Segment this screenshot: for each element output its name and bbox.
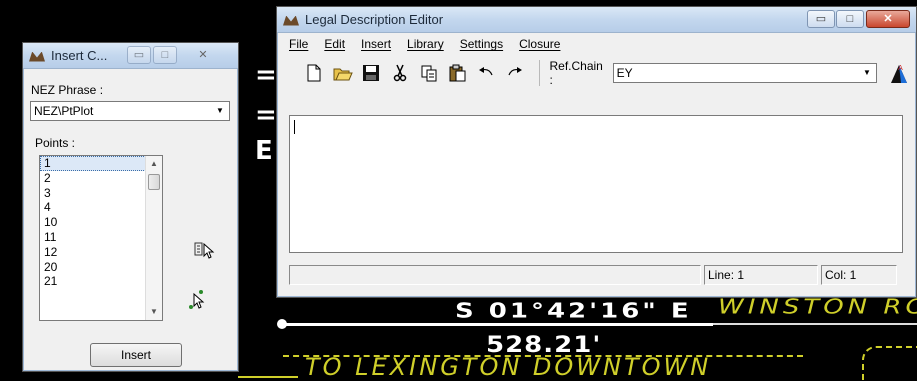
ref-chain-select[interactable]: EY ▼ <box>612 63 877 83</box>
maximize-button[interactable]: □ <box>153 46 177 64</box>
status-col: Col: 1 <box>821 265 897 285</box>
points-scrollbar[interactable]: ▲ ▼ <box>145 156 162 320</box>
minimize-button[interactable]: ▭ <box>127 46 151 64</box>
svg-text:A: A <box>898 64 903 72</box>
cad-road-label: WINSTON RO <box>718 295 917 319</box>
app-logo-icon <box>29 49 45 63</box>
cad-fragment: = <box>255 100 277 130</box>
list-item[interactable]: 2 <box>40 171 162 186</box>
menu-bar: File Edit Insert Library Settings Closur… <box>277 33 916 55</box>
ref-chain-label: Ref.Chain : <box>549 59 603 87</box>
cad-destination-label: TO LEXINGTON DOWNTOWN <box>305 353 712 381</box>
minimize-button[interactable]: ▭ <box>807 10 835 28</box>
chevron-down-icon[interactable]: ▼ <box>212 103 228 119</box>
redo-icon[interactable] <box>504 62 526 84</box>
editor-toolbar: Ref.Chain : EY ▼ A <box>277 55 916 91</box>
toolbar-separator <box>538 60 540 86</box>
insert-dialog-title: Insert C... <box>51 48 108 63</box>
points-label: Points : <box>35 136 76 150</box>
cut-icon[interactable] <box>389 62 411 84</box>
close-button[interactable]: ✕ <box>866 10 910 28</box>
insert-dialog-window[interactable]: Insert C... ▭ □ ✕ NEZ Phrase : NEZ\PtPlo… <box>22 42 239 372</box>
points-listbox[interactable]: 1 2 3 4 10 11 12 20 21 ▲ ▼ <box>39 155 163 321</box>
cad-fragment: E <box>255 136 273 166</box>
new-file-icon[interactable] <box>303 62 325 84</box>
save-icon[interactable] <box>360 62 382 84</box>
scroll-thumb[interactable] <box>148 174 160 190</box>
nez-phrase-select[interactable]: NEZ\PtPlot ▼ <box>30 101 230 121</box>
paste-icon[interactable] <box>446 62 468 84</box>
text-style-icon[interactable]: A <box>887 62 909 84</box>
menu-library[interactable]: Library <box>407 37 444 51</box>
list-item[interactable]: 20 <box>40 260 162 275</box>
pick-points-icon[interactable] <box>193 239 215 261</box>
cad-boundary-line <box>713 323 917 325</box>
cad-bearing-label: S 01°42'16" E <box>455 299 692 323</box>
copy-icon[interactable] <box>418 62 440 84</box>
close-button[interactable]: ✕ <box>183 46 223 64</box>
menu-file[interactable]: File <box>289 37 308 51</box>
list-item[interactable]: 12 <box>40 245 162 260</box>
text-caret <box>294 120 295 134</box>
editor-titlebar[interactable]: Legal Description Editor ▭ □ ✕ <box>277 7 916 33</box>
status-line: Line: 1 <box>704 265 818 285</box>
list-item[interactable]: 11 <box>40 230 162 245</box>
legal-description-textarea[interactable] <box>289 115 903 253</box>
list-item[interactable]: 10 <box>40 215 162 230</box>
cad-boundary-line <box>283 323 713 326</box>
scroll-down-icon[interactable]: ▼ <box>146 304 162 320</box>
editor-title: Legal Description Editor <box>305 12 444 27</box>
cad-fragment: = <box>255 60 277 90</box>
menu-closure[interactable]: Closure <box>519 37 560 51</box>
legal-description-editor-window[interactable]: Legal Description Editor ▭ □ ✕ File Edit… <box>276 6 917 298</box>
undo-icon[interactable] <box>475 62 497 84</box>
status-bar: Line: 1 Col: 1 <box>289 265 903 285</box>
ref-chain-value: EY <box>616 66 633 80</box>
list-item[interactable]: 1 <box>40 156 162 171</box>
insert-button[interactable]: Insert <box>90 343 182 367</box>
nez-phrase-label: NEZ Phrase : <box>31 83 104 97</box>
chevron-down-icon[interactable]: ▼ <box>859 65 875 81</box>
app-logo-icon <box>283 13 299 27</box>
insert-dialog-titlebar[interactable]: Insert C... ▭ □ ✕ <box>23 43 238 69</box>
list-item[interactable]: 21 <box>40 274 162 289</box>
menu-settings[interactable]: Settings <box>460 37 503 51</box>
maximize-button[interactable]: □ <box>836 10 864 28</box>
menu-edit[interactable]: Edit <box>324 37 345 51</box>
select-cursor-icon[interactable] <box>187 289 209 311</box>
cad-curve-line <box>862 346 917 381</box>
menu-insert[interactable]: Insert <box>361 37 391 51</box>
open-folder-icon[interactable] <box>332 62 354 84</box>
list-item[interactable]: 4 <box>40 200 162 215</box>
status-message <box>289 265 701 285</box>
scroll-up-icon[interactable]: ▲ <box>146 156 162 172</box>
list-item[interactable]: 3 <box>40 186 162 201</box>
nez-phrase-value: NEZ\PtPlot <box>34 104 94 118</box>
cad-arrow-line <box>238 376 298 378</box>
